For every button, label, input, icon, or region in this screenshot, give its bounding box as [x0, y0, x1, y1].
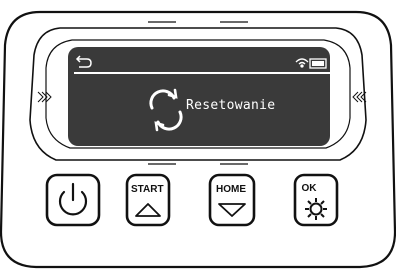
start-button-label: START [131, 184, 164, 195]
home-button[interactable] [208, 173, 256, 227]
start-button[interactable] [125, 173, 171, 227]
display-screen [68, 47, 330, 146]
home-button-label: HOME [216, 184, 246, 195]
status-text: Resetowanie [186, 98, 276, 113]
control-panel [0, 10, 396, 269]
ok-button-label: OK [301, 183, 317, 194]
